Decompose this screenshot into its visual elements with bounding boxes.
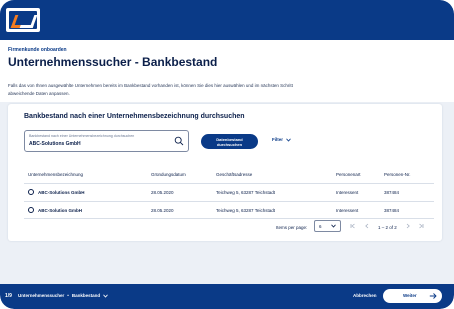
- column-header-person-type[interactable]: Personenart: [336, 172, 361, 177]
- cell-address: Teichweg 5, 63287 Teichstadt: [216, 190, 275, 195]
- column-header-name[interactable]: Unternehmensbezeichnung: [28, 172, 83, 177]
- items-per-page-select[interactable]: 6: [314, 220, 341, 232]
- column-header-founding-date[interactable]: Gründungsdatum: [151, 172, 186, 177]
- items-per-page-value: 6: [319, 223, 322, 229]
- pager-range: 1 – 2 of 2: [378, 225, 397, 230]
- chevron-down-icon: [331, 224, 336, 228]
- cell-person-type: Interessent: [336, 208, 359, 213]
- previous-page-icon[interactable]: [364, 223, 370, 229]
- cell-company-name: ABC-Solutions GmbH: [38, 190, 85, 195]
- filter-toggle[interactable]: Filter: [272, 137, 291, 142]
- table-divider: [24, 201, 434, 202]
- cell-founding-date: 28.05.2020: [151, 190, 174, 195]
- row-radio[interactable]: [28, 207, 34, 213]
- cell-person-number: 387484: [384, 208, 400, 213]
- search-card: Bankbestand nach einer Unternehmensbezei…: [8, 104, 442, 241]
- arrow-right-icon: [429, 293, 437, 299]
- page-title: Unternehmenssucher - Bankbestand: [8, 55, 218, 69]
- breadcrumb-item: Unternehmenssucher: [18, 293, 65, 298]
- cell-company-name: ABC-Solution GmbH: [38, 208, 82, 213]
- column-header-person-number[interactable]: Personen-Nr.: [384, 172, 411, 177]
- items-per-page-label: Items per page:: [276, 225, 308, 230]
- cell-founding-date: 28.05.2020: [151, 208, 174, 213]
- search-input[interactable]: Bankbestand nach einer Unternehmensbezei…: [24, 130, 189, 152]
- column-header-address[interactable]: Geschäftsadresse: [216, 172, 252, 177]
- top-bar: [0, 0, 454, 40]
- volksbank-logo-icon: [9, 11, 37, 29]
- search-placeholder: Bankbestand nach einer Unternehmensbezei…: [29, 134, 135, 138]
- last-page-icon[interactable]: [418, 223, 424, 229]
- search-button-line2: durchsuchen: [216, 141, 243, 147]
- page-eyebrow: Firmenkunde onboarden: [8, 47, 67, 53]
- step-indicator: 1/9: [5, 293, 12, 299]
- cell-address: Teichweg 5, 63287 Teichstadt: [216, 208, 275, 213]
- breadcrumb[interactable]: Unternehmenssucher • Bankbestand: [18, 293, 108, 298]
- next-button[interactable]: Weiter: [383, 289, 442, 303]
- cancel-button[interactable]: Abbrechen: [353, 293, 377, 298]
- cell-person-type: Interessent: [336, 190, 359, 195]
- table-divider: [24, 218, 434, 219]
- row-radio[interactable]: [28, 189, 34, 195]
- table-divider: [24, 183, 434, 184]
- cell-person-number: 387484: [384, 190, 400, 195]
- filter-label: Filter: [272, 137, 284, 142]
- search-icon[interactable]: [174, 136, 184, 146]
- search-value[interactable]: ABC-Solutions GmbH: [29, 141, 81, 147]
- bank-logo[interactable]: [6, 8, 40, 32]
- chevron-down-icon: [286, 138, 291, 142]
- first-page-icon[interactable]: [350, 223, 356, 229]
- breadcrumb-separator: •: [67, 293, 69, 298]
- search-database-button[interactable]: Datenbestand durchsuchen: [201, 134, 258, 149]
- next-button-label: Weiter: [403, 293, 417, 298]
- next-page-icon[interactable]: [405, 223, 411, 229]
- page-intro: Falls das von Ihnen ausgewählte Unterneh…: [8, 83, 293, 96]
- breadcrumb-item: Bankbestand: [71, 293, 101, 298]
- chevron-down-icon: [103, 294, 108, 298]
- card-title: Bankbestand nach einer Unternehmensbezei…: [24, 113, 245, 120]
- app-frame: Firmenkunde onboarden Unternehmenssucher…: [0, 0, 454, 309]
- bottom-bar: 1/9 Unternehmenssucher • Bankbestand Abb…: [0, 284, 454, 309]
